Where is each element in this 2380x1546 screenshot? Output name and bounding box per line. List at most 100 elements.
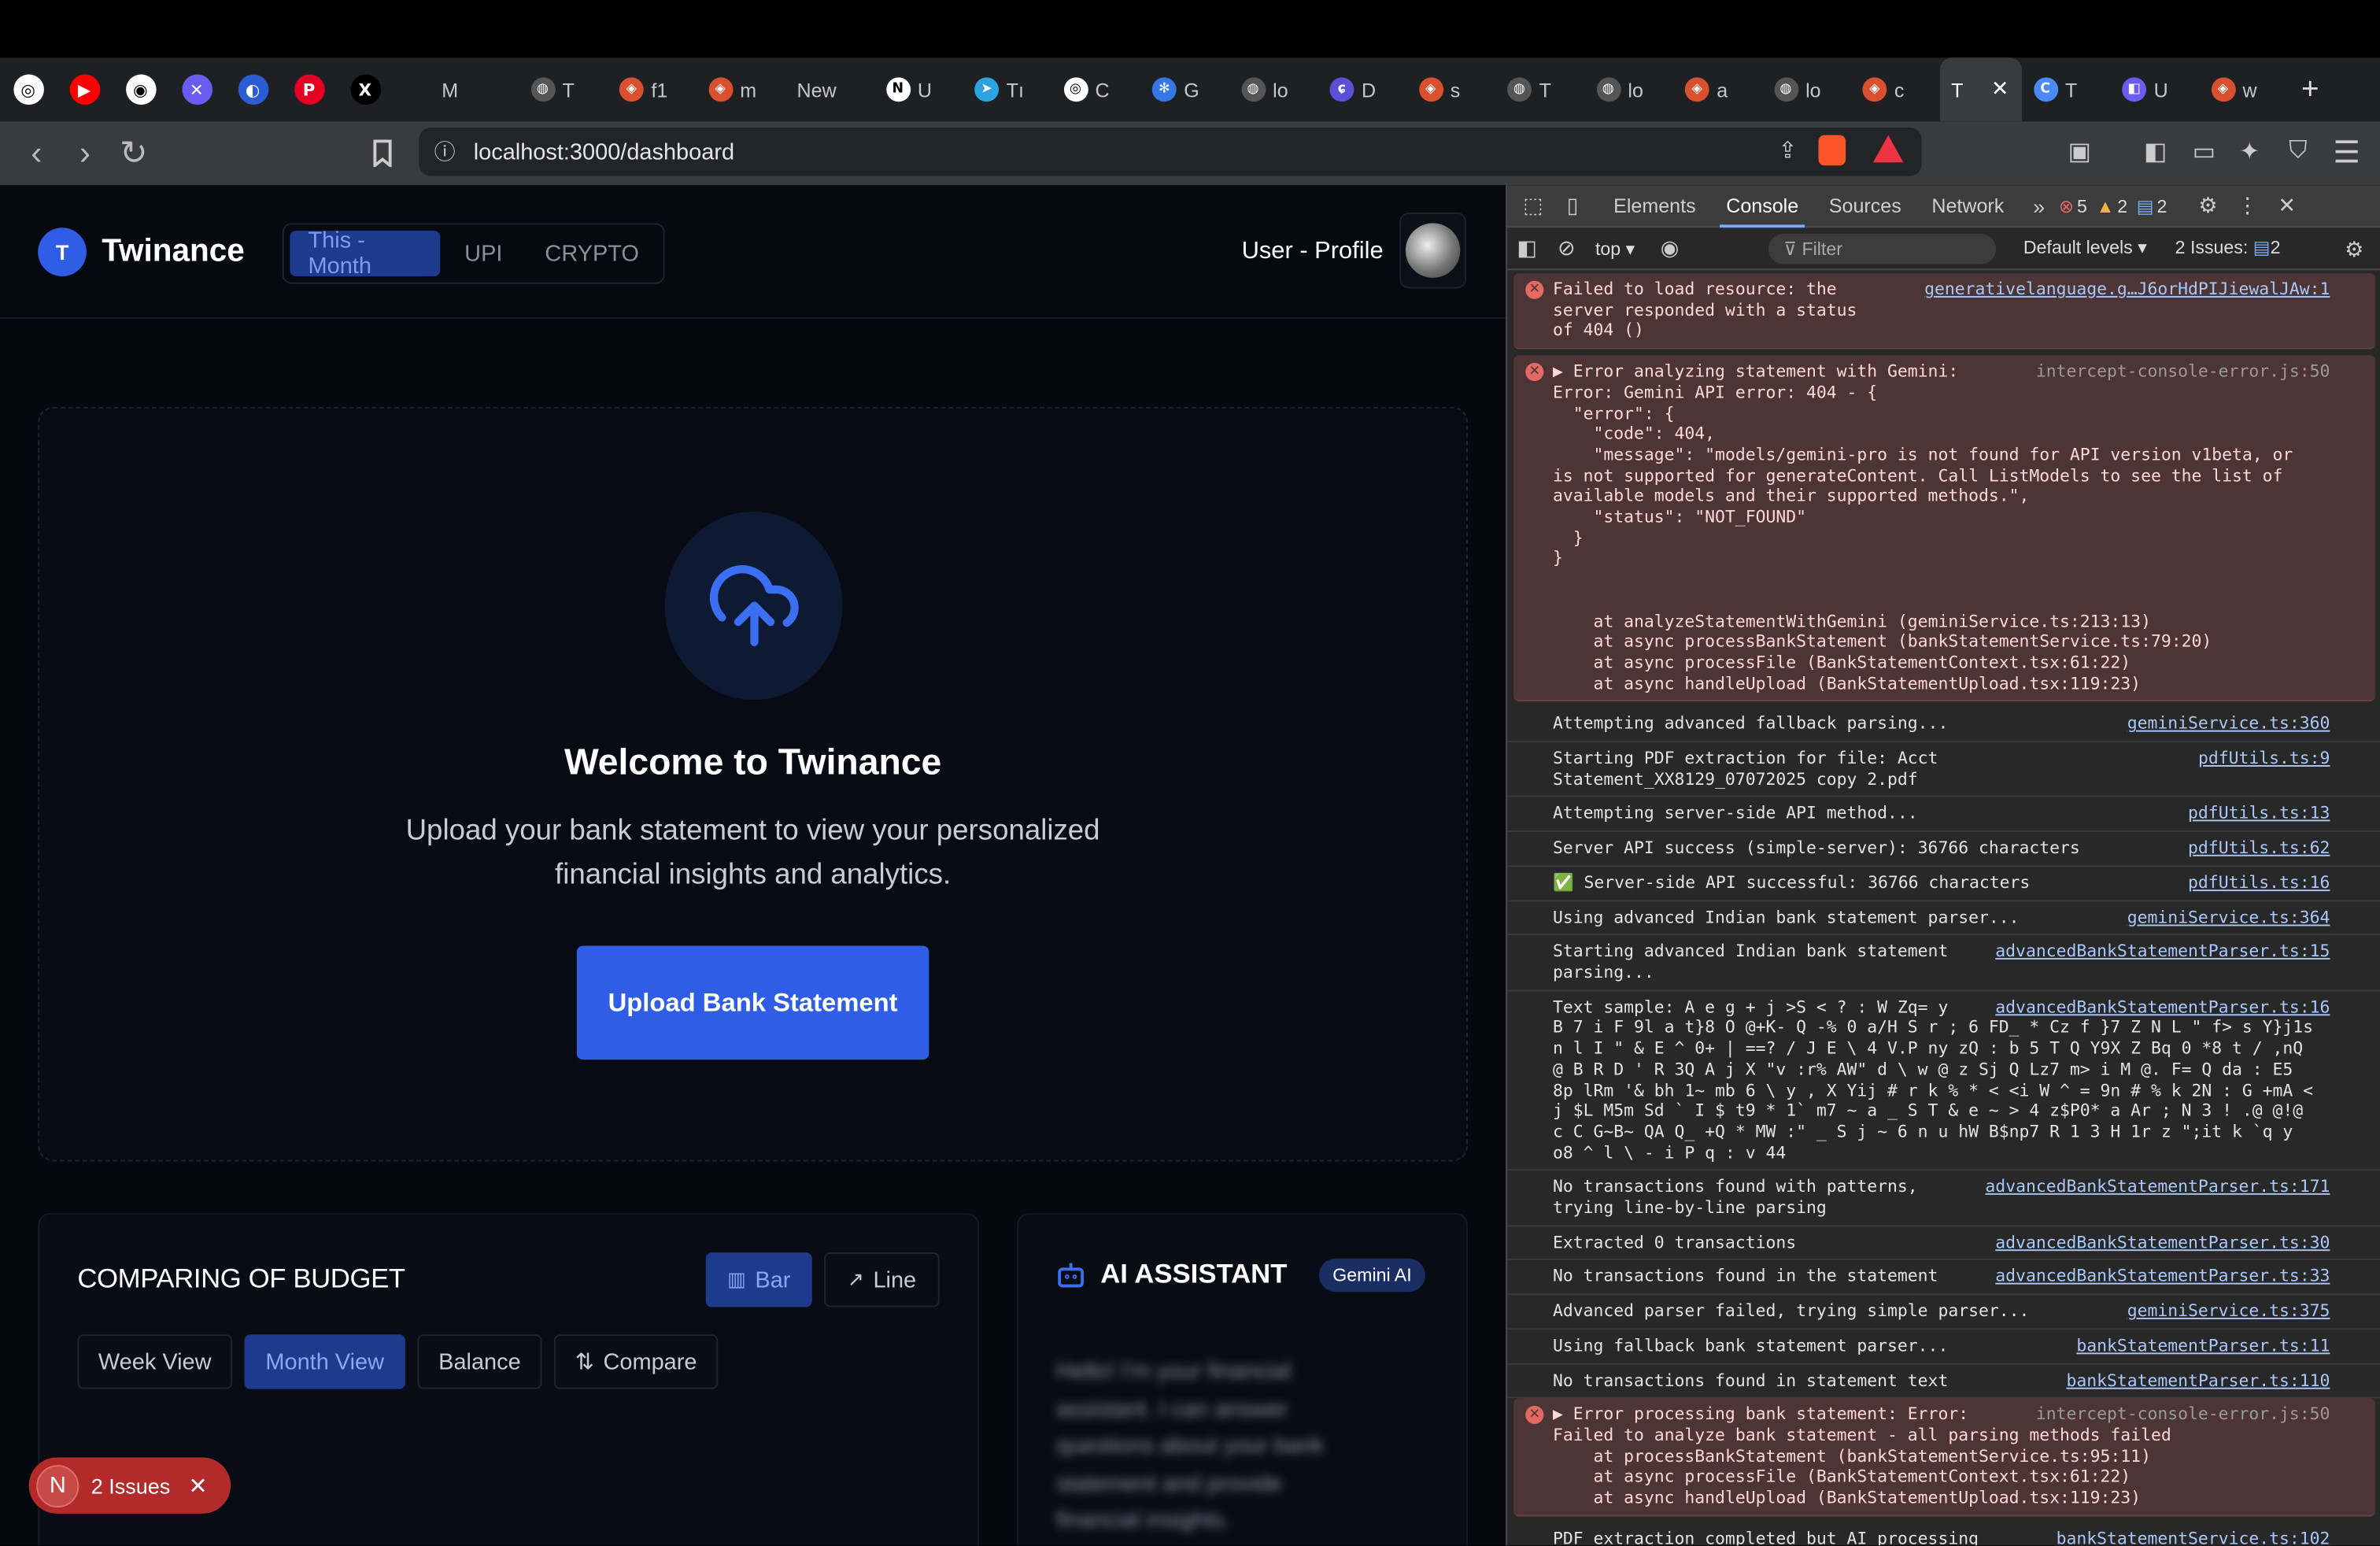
browser-tab[interactable]: ◈ w [2199,57,2288,121]
browser-tab[interactable]: M [430,57,519,121]
info-count[interactable]: ▤ 2 [2137,195,2168,216]
source-link[interactable]: intercept-console-error.js:50 [2027,361,2330,383]
source-link[interactable]: pdfUtils.ts:9 [2189,749,2330,769]
browser-tab[interactable]: ◍ T [519,57,608,121]
error-count[interactable]: ⊗ 5 [2059,195,2087,216]
back-icon[interactable]: ‹ [12,129,61,178]
source-link[interactable]: pdfUtils.ts:62 [2179,838,2330,859]
pinned-tab[interactable]: ◎ [0,57,56,121]
forward-icon[interactable]: › [61,129,109,178]
browser-tab[interactable]: ◍ T [1495,57,1584,121]
source-link[interactable]: advancedBankStatementParser.ts:16 [1986,997,2330,1017]
bookmark-icon[interactable] [364,135,401,172]
browser-tab[interactable]: NU [874,57,963,121]
menu-icon[interactable]: ☰ [2328,134,2364,170]
browser-tab-active[interactable]: T ✕ [1938,57,2021,122]
context-select[interactable]: top ▾ [1595,238,1635,259]
browser-tab[interactable]: ➤ Tı [963,57,1051,121]
browser-tab[interactable]: ◈ m [696,57,785,121]
source-link[interactable]: geminiService.ts:360 [2118,714,2330,734]
browser-tab[interactable]: ◈ s [1406,57,1495,121]
browser-tab[interactable]: CT [2021,57,2110,121]
filter-input[interactable]: ⊽ Filter [1768,234,1997,264]
vpn-icon[interactable]: ⛉ [2280,134,2316,170]
tab-sources[interactable]: Sources [1813,184,1916,227]
source-link[interactable]: intercept-console-error.js:50 [2027,1404,2330,1426]
reader-icon[interactable]: ▣ [2061,134,2097,170]
user-profile-label[interactable]: User - Profile [1242,239,1384,266]
source-link[interactable]: generativelanguage.g…J6orHdPIJiewalJAw:1 [1915,279,2330,301]
address-bar[interactable]: ⓘ localhost:3000/dashboard ⇪ [419,128,1922,176]
browser-tab[interactable]: ◈ c [1850,57,1939,121]
pinned-tab[interactable]: ✕ [168,57,224,121]
source-link[interactable]: geminiService.ts:375 [2118,1301,2330,1322]
pinned-tab[interactable]: ◉ [113,57,168,121]
source-link[interactable]: pdfUtils.ts:13 [2179,804,2330,824]
source-link[interactable]: geminiService.ts:364 [2118,907,2330,927]
line-chart-button[interactable]: ↗ Line [824,1252,940,1307]
sidebar-icon[interactable]: ◧ [2137,134,2173,170]
source-link[interactable]: advancedBankStatementParser.ts:33 [1986,1267,2330,1287]
week-view-button[interactable]: Week View [77,1334,233,1389]
browser-tab[interactable]: ɕD [1318,57,1406,121]
tab-upi[interactable]: UPI [446,231,521,276]
reload-icon[interactable]: ↻ [109,129,158,178]
balance-button[interactable]: Balance [417,1334,542,1389]
tab-crypto[interactable]: CRYPTO [527,231,657,276]
kebab-menu-icon[interactable]: ⋮ [2228,184,2267,227]
browser-tab[interactable]: ✻ G [1140,57,1229,121]
device-toolbar-icon[interactable]: ▯ [1553,184,1592,227]
share-icon[interactable]: ⇪ [1778,137,1797,165]
inspect-icon[interactable]: ⬚ [1513,184,1553,227]
pinned-tab[interactable]: ▶ [56,57,112,121]
settings-icon[interactable]: ⚙ [2188,184,2227,227]
browser-tab[interactable]: ◧ U [2110,57,2199,121]
browser-tab[interactable]: ◎ C [1051,57,1140,121]
app-icon: ✕ [181,74,213,105]
pinned-tab[interactable]: X [337,57,393,121]
issues-toast[interactable]: N 2 Issues ✕ [28,1457,231,1514]
source-link[interactable]: bankStatementService.ts:102 [2047,1529,2330,1546]
source-link[interactable]: bankStatementParser.ts:11 [2068,1336,2330,1356]
source-link[interactable]: pdfUtils.ts:16 [2179,873,2330,893]
tab-network[interactable]: Network [1916,184,2020,227]
source-link[interactable]: bankStatementParser.ts:110 [2057,1370,2330,1391]
warning-count[interactable]: ▲ 2 [2096,195,2127,216]
close-devtools-icon[interactable]: ✕ [2267,184,2307,227]
brave-shields-icon[interactable] [1818,135,1846,166]
eye-icon[interactable]: ◉ [1650,227,1689,269]
compare-button[interactable]: ⇅ Compare [553,1334,719,1389]
browser-tab[interactable]: New [785,57,874,121]
source-link[interactable]: advancedBankStatementParser.ts:15 [1986,941,2330,962]
close-icon[interactable]: ✕ [188,1472,207,1500]
browser-tab[interactable]: ◍ lo [1761,57,1850,121]
month-view-button[interactable]: Month View [244,1334,405,1389]
bar-chart-button[interactable]: ▥ Bar [705,1252,812,1307]
upload-bank-statement-button[interactable]: Upload Bank Statement [576,945,929,1060]
pinned-tab[interactable]: ◐ [224,57,280,121]
tab-elements[interactable]: Elements [1598,184,1711,227]
site-info-icon[interactable]: ⓘ [434,137,456,168]
tab-this-month[interactable]: This - Month [290,227,441,279]
console-error: ✕ ▶ Error processing bank statement: Erro… [1513,1398,2376,1517]
avatar[interactable] [1399,213,1467,289]
browser-tab[interactable]: ◈ a [1672,57,1761,121]
wallet-icon[interactable]: ▭ [2186,134,2222,170]
more-tabs-icon[interactable]: » [2020,184,2059,227]
source-link[interactable]: advancedBankStatementParser.ts:30 [1986,1232,2330,1252]
levels-select[interactable]: Default levels ▾ [2023,237,2147,258]
clear-console-icon[interactable]: ⊘ [1547,227,1586,269]
leo-ai-icon[interactable]: ✦ [2231,134,2267,170]
new-tab-icon[interactable]: + [2287,72,2333,107]
pinned-tab[interactable]: P [281,57,337,121]
sidebar-toggle-icon[interactable]: ◧ [1507,227,1547,269]
tab-console[interactable]: Console [1711,184,1814,227]
console-settings-icon[interactable]: ⚙ [2334,227,2374,270]
browser-tab[interactable]: ◍ lo [1584,57,1672,121]
browser-tab[interactable]: ◈ f1 [607,57,696,121]
source-link[interactable]: advancedBankStatementParser.ts:171 [1976,1177,2330,1197]
close-tab-icon[interactable]: ✕ [1991,76,2009,102]
message-text: Extracted 0 transactions [1552,1232,1797,1252]
browser-tab[interactable]: ◍ lo [1229,57,1318,121]
issues-button[interactable]: 2 Issues: ▤2 [2175,237,2281,258]
